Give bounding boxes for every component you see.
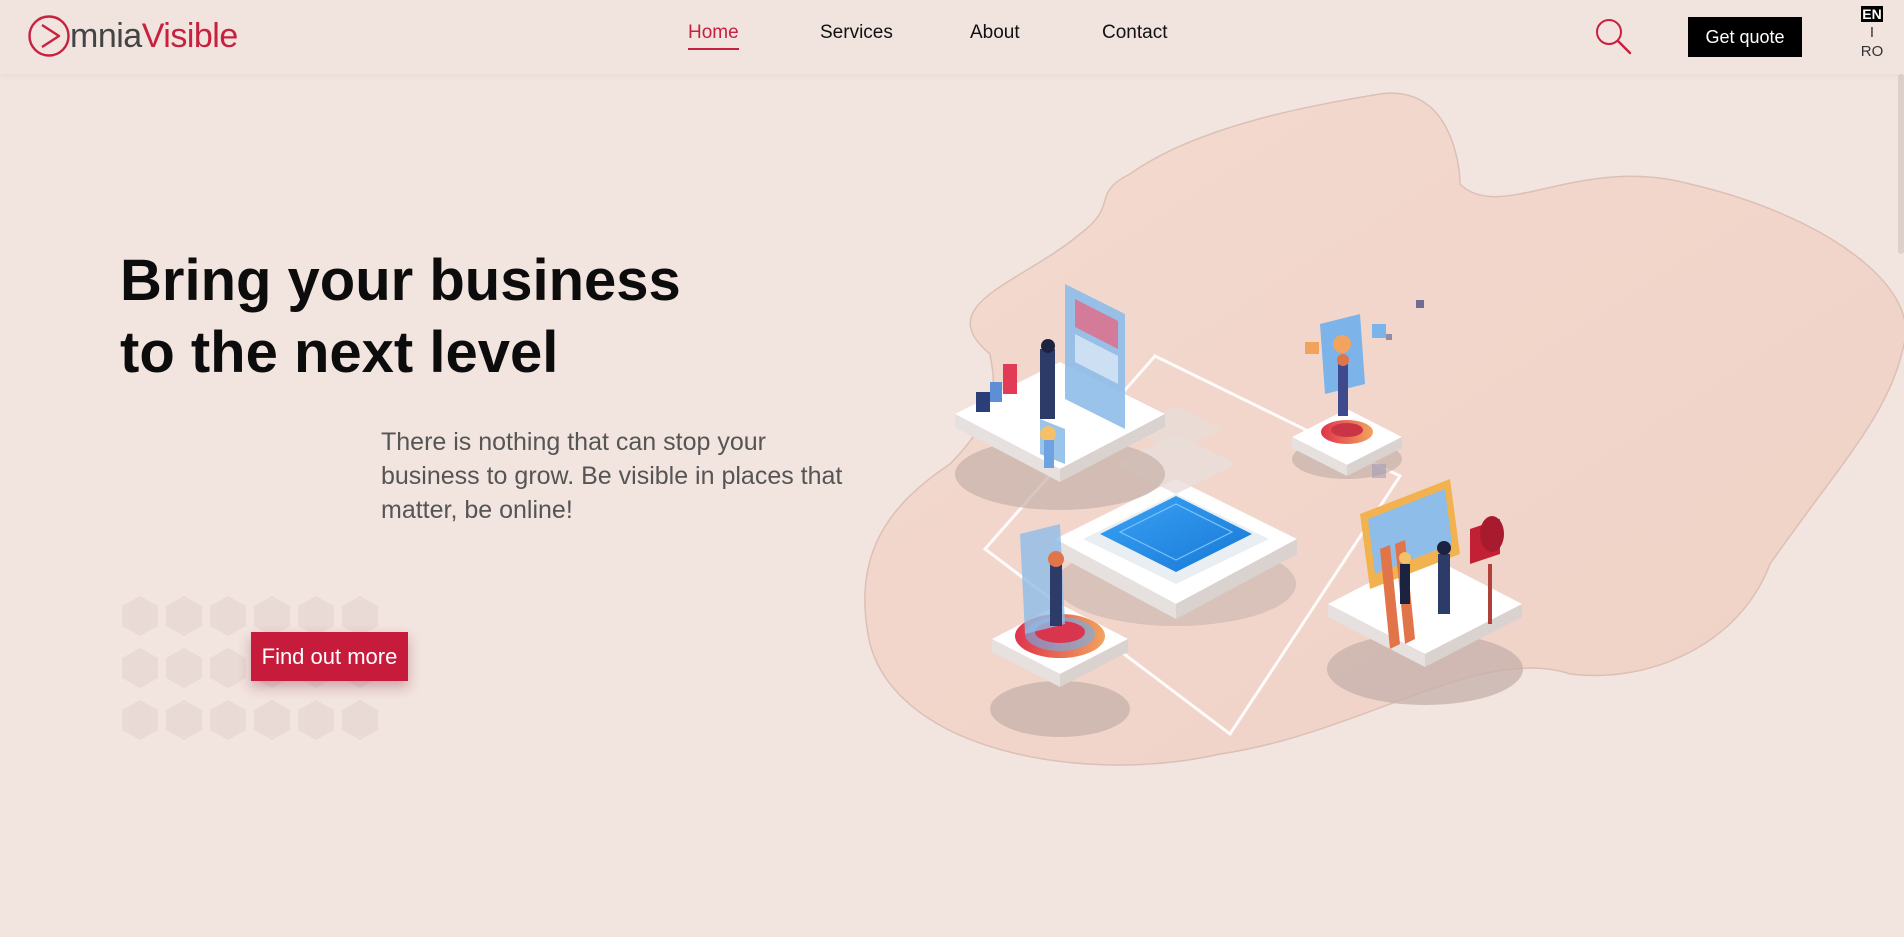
find-out-more-button[interactable]: Find out more [251,632,408,681]
hero-title-line2: to the next level [120,320,559,385]
nav-contact[interactable]: Contact [1102,22,1167,50]
hero-subtitle: There is nothing that can stop your busi… [381,428,843,524]
lang-en[interactable]: EN [1861,6,1883,22]
logo[interactable]: mniaVisible [27,14,238,58]
nav-about[interactable]: About [970,22,1020,50]
logo-text: mniaVisible [70,16,238,55]
lang-ro[interactable]: RO [1860,44,1884,60]
scrollbar[interactable] [1898,74,1904,254]
floating-cube [1372,464,1386,478]
logo-play-icon [28,15,70,57]
hero-title-line1: Bring your business [120,248,681,313]
floating-cube [1416,300,1424,308]
nav-home[interactable]: Home [688,22,739,50]
lang-separator: I [1869,24,1875,41]
get-quote-button[interactable]: Get quote [1688,17,1802,57]
search-icon[interactable] [1593,16,1633,56]
language-switcher: EN I RO [1860,6,1884,60]
floating-cube [1386,334,1392,340]
hero-illustration [864,92,1904,766]
hero-title: Bring your business to the next level [120,245,820,389]
site-header: mniaVisible Home Services About Contact … [0,0,1904,74]
nav-services[interactable]: Services [820,22,893,50]
